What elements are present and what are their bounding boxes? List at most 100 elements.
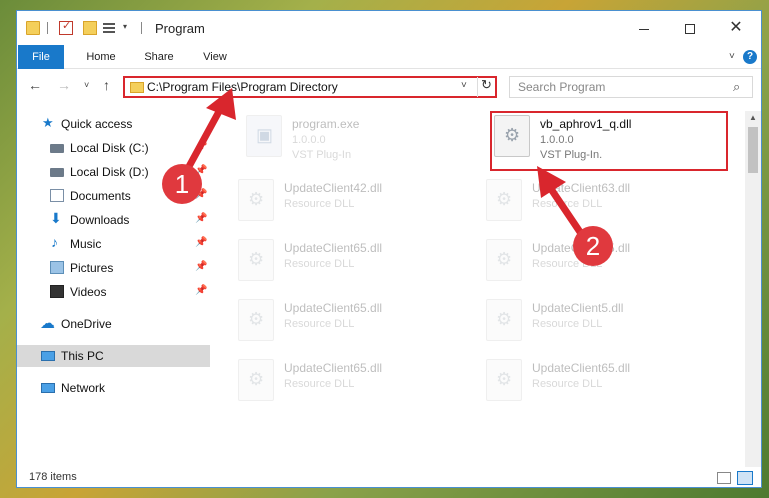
- file-item[interactable]: UpdateClient65.dll Resource DLL: [238, 359, 478, 415]
- file-description: Resource DLL: [532, 198, 603, 210]
- sidebar-item-this-pc[interactable]: This PC: [17, 345, 210, 367]
- maximize-icon: [685, 24, 695, 35]
- tab-view[interactable]: View: [197, 45, 233, 69]
- pin-icon[interactable]: 📌: [195, 141, 207, 152]
- documents-icon: [50, 189, 64, 202]
- sidebar-item-label: Downloads: [70, 213, 130, 227]
- tiles-view-icon[interactable]: [737, 471, 753, 485]
- customize-toolbar-chevron-icon[interactable]: ▾: [123, 22, 127, 31]
- pin-icon[interactable]: 📌: [195, 237, 207, 248]
- sidebar-item-label: This PC: [61, 349, 104, 363]
- dll-file-icon: [238, 359, 274, 401]
- help-icon[interactable]: ?: [743, 50, 757, 64]
- minimize-button[interactable]: [621, 11, 667, 45]
- ribbon-tabs: File Home Share View ˅ ?: [17, 45, 761, 69]
- address-history-chevron-icon[interactable]: ˅: [461, 80, 467, 91]
- maximize-button[interactable]: [667, 11, 713, 45]
- videos-icon: [50, 285, 64, 298]
- sidebar-item-local-disk-c[interactable]: Local Disk (C:) 📌: [17, 137, 210, 159]
- sidebar-item-onedrive[interactable]: ☁ OneDrive: [17, 313, 210, 335]
- new-folder-icon[interactable]: [83, 21, 97, 35]
- search-icon[interactable]: ⌕: [733, 79, 740, 95]
- file-name: UpdateClient63.dll: [532, 181, 631, 195]
- file-item[interactable]: UpdateClient63.dll Resource DLL: [486, 179, 726, 235]
- sidebar-item-label: Local Disk (C:): [70, 141, 149, 155]
- tab-home[interactable]: Home: [79, 45, 123, 69]
- downloads-icon: ⬇: [50, 210, 62, 226]
- sidebar-item-label: Network: [61, 381, 106, 395]
- scroll-thumb[interactable]: [748, 127, 758, 173]
- exe-file-icon: [246, 115, 282, 157]
- window-title: Program: [155, 21, 205, 36]
- file-version: 1.0.0.0: [292, 134, 326, 146]
- onedrive-icon: ☁: [40, 315, 55, 332]
- file-description: Resource DLL: [284, 318, 355, 330]
- pc-icon: [41, 351, 55, 361]
- sidebar-item-label: OneDrive: [61, 317, 112, 331]
- pin-icon[interactable]: 📌: [195, 285, 207, 296]
- expand-ribbon-chevron-icon[interactable]: ˅: [729, 51, 735, 62]
- highlight-box: [490, 111, 728, 171]
- file-description: Resource DLL: [284, 378, 355, 390]
- tab-file[interactable]: File: [18, 45, 64, 69]
- sidebar-item-label: Videos: [70, 285, 107, 299]
- scroll-up-arrow-icon[interactable]: ▲: [749, 113, 757, 122]
- file-name: UpdateClient65.dll: [532, 361, 631, 375]
- address-path[interactable]: C:\Program Files\Program Directory: [147, 80, 338, 94]
- file-item[interactable]: UpdateClient65.dll Resource DLL: [486, 359, 726, 415]
- folder-icon: [130, 82, 144, 93]
- file-name: UpdateClient65.dll: [284, 301, 383, 315]
- explorer-window: ▾ Program ✕ File Home Share View ˅ ? ← →…: [16, 10, 762, 488]
- sidebar-item-music[interactable]: ♪ Music 📌: [17, 233, 210, 255]
- properties-icon[interactable]: [59, 19, 73, 35]
- sidebar-item-downloads[interactable]: ⬇ Downloads 📌: [17, 209, 210, 231]
- back-arrow-icon[interactable]: ←: [28, 77, 42, 93]
- file-item[interactable]: UpdateClient5.dll Resource DLL: [486, 299, 726, 355]
- file-name: UpdateClient5.dll: [532, 301, 624, 315]
- tab-share[interactable]: Share: [139, 45, 179, 69]
- file-name: UpdateClient42.dll: [284, 181, 383, 195]
- up-arrow-icon[interactable]: ↑: [103, 77, 110, 93]
- step-2-badge: 2: [573, 226, 613, 266]
- file-item[interactable]: UpdateClient42.dll Resource DLL: [238, 179, 478, 235]
- file-name: program.exe: [292, 117, 360, 131]
- file-name: UpdateClient65.dll: [284, 361, 383, 375]
- minimize-icon: [639, 28, 649, 30]
- file-description: Resource DLL: [284, 198, 355, 210]
- details-view-icon[interactable]: [717, 472, 731, 484]
- dll-file-icon: [486, 239, 522, 281]
- file-item[interactable]: program.exe 1.0.0.0 VST Plug-In: [246, 115, 486, 171]
- item-count: 178 items: [29, 471, 77, 483]
- sidebar-item-label: Local Disk (D:): [70, 165, 149, 179]
- sidebar-item-quick-access[interactable]: ★ Quick access: [17, 113, 210, 135]
- sidebar-item-videos[interactable]: Videos 📌: [17, 281, 210, 303]
- status-bar: 178 items: [17, 467, 761, 487]
- sidebar-item-label: Quick access: [61, 117, 133, 131]
- dll-file-icon: [486, 299, 522, 341]
- title-bar: ▾ Program ✕: [17, 11, 761, 45]
- refresh-icon[interactable]: ↻: [477, 77, 495, 97]
- address-bar[interactable]: C:\Program Files\Program Directory ˅ ↻: [123, 76, 497, 98]
- recent-locations-chevron-icon[interactable]: ˅: [84, 80, 89, 90]
- forward-arrow-icon[interactable]: →: [57, 77, 71, 93]
- close-button[interactable]: ✕: [713, 11, 759, 45]
- sidebar-item-label: Pictures: [70, 261, 114, 275]
- vertical-scrollbar[interactable]: ▲: [745, 111, 761, 467]
- search-placeholder: Search Program: [518, 80, 606, 94]
- search-input[interactable]: Search Program ⌕: [509, 76, 753, 98]
- sidebar-item-pictures[interactable]: Pictures 📌: [17, 257, 210, 279]
- pin-icon[interactable]: 📌: [195, 213, 207, 224]
- file-description: Resource DLL: [532, 318, 603, 330]
- pin-icon[interactable]: 📌: [195, 261, 207, 272]
- folder-icon[interactable]: [26, 21, 40, 35]
- star-icon: ★: [42, 115, 54, 130]
- pictures-icon: [50, 261, 64, 274]
- sidebar-item-label: Music: [70, 237, 102, 251]
- sidebar-item-label: Documents: [70, 189, 131, 203]
- divider: [141, 22, 142, 34]
- view-options-icon[interactable]: [103, 21, 121, 35]
- disk-icon: [50, 168, 64, 177]
- file-item[interactable]: UpdateClient65.dll Resource DLL: [238, 239, 478, 295]
- sidebar-item-network[interactable]: Network: [17, 377, 210, 399]
- file-item[interactable]: UpdateClient65.dll Resource DLL: [238, 299, 478, 355]
